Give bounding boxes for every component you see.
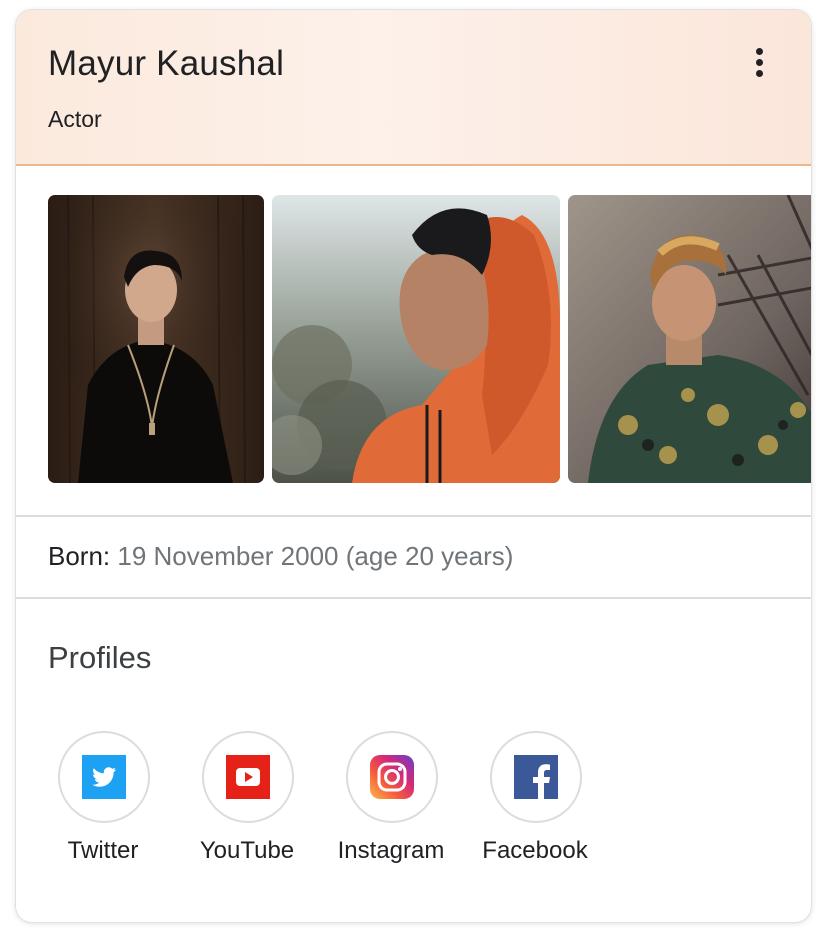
- born-value: 19 November 2000 (age 20 years): [110, 541, 514, 571]
- photo-3[interactable]: [568, 195, 811, 483]
- divider: [16, 515, 811, 517]
- profile-twitter-circle[interactable]: [58, 731, 150, 823]
- profile-twitter[interactable]: Twitter: [28, 731, 178, 871]
- page-title: Mayur Kaushal: [48, 44, 285, 83]
- twitter-icon: [82, 755, 126, 799]
- profile-youtube-circle[interactable]: [202, 731, 294, 823]
- more-vert-icon[interactable]: [744, 42, 776, 82]
- born-label: Born:: [48, 541, 111, 571]
- profile-label[interactable]: YouTube: [172, 837, 322, 865]
- youtube-icon: [226, 755, 270, 799]
- profile-label[interactable]: Facebook: [460, 837, 610, 865]
- more-dot: [756, 70, 763, 77]
- profile-instagram[interactable]: Instagram: [316, 731, 466, 871]
- divider: [16, 597, 811, 599]
- panel-header: Mayur Kaushal Actor: [16, 10, 811, 166]
- profile-label[interactable]: Twitter: [28, 837, 178, 865]
- profile-facebook[interactable]: Facebook: [460, 731, 610, 871]
- profiles-heading: Profiles: [48, 640, 152, 675]
- profile-facebook-circle[interactable]: [490, 731, 582, 823]
- photo-1[interactable]: [48, 195, 264, 483]
- more-dot: [756, 48, 763, 55]
- profile-label[interactable]: Instagram: [316, 837, 466, 865]
- subtitle: Actor: [48, 106, 102, 132]
- born-fact: Born: 19 November 2000 (age 20 years): [48, 541, 513, 572]
- photo-2[interactable]: [272, 195, 560, 483]
- profile-instagram-circle[interactable]: [346, 731, 438, 823]
- knowledge-panel-card: Mayur Kaushal Actor Born: 19 November 20…: [16, 10, 811, 922]
- instagram-icon: [370, 755, 414, 799]
- more-dot: [756, 59, 763, 66]
- profile-youtube[interactable]: YouTube: [172, 731, 322, 871]
- facebook-icon: [514, 755, 558, 799]
- photo-carousel[interactable]: [48, 195, 811, 484]
